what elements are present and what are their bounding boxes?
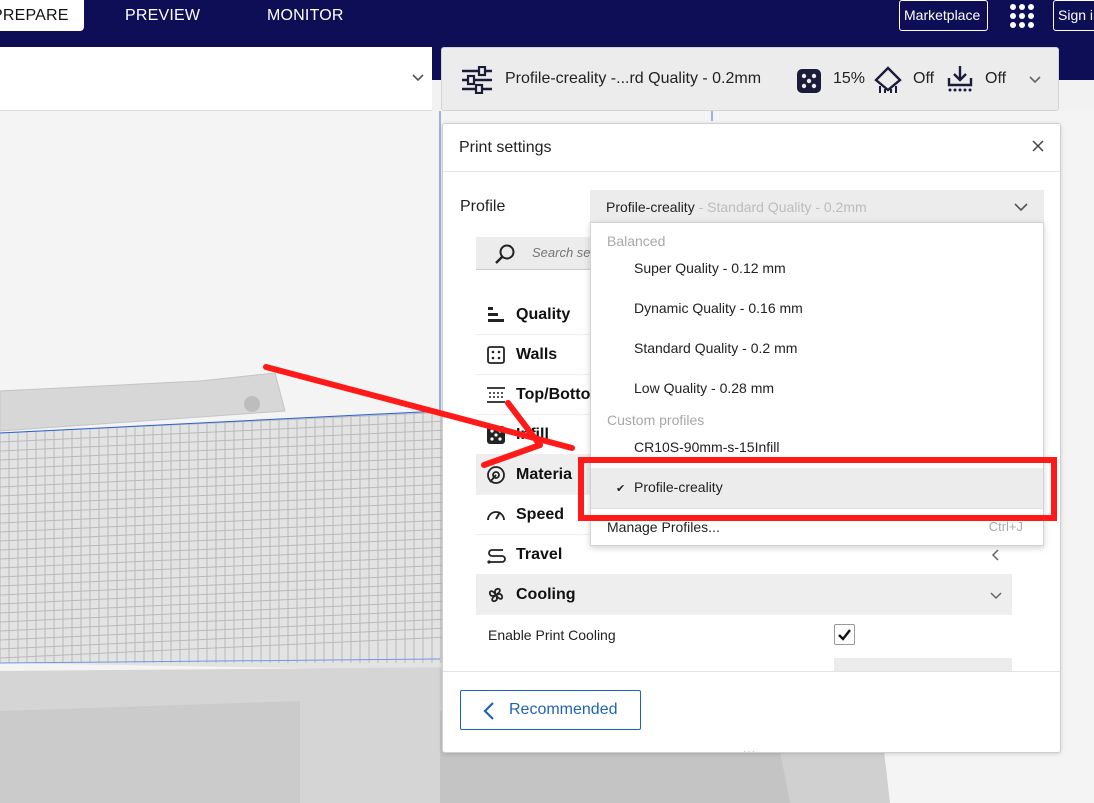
category-label: Travel xyxy=(516,546,563,563)
close-icon[interactable] xyxy=(1030,138,1046,154)
sliders-icon xyxy=(462,66,492,94)
dropdown-item-low-quality[interactable]: Low Quality - 0.28 mm xyxy=(591,369,1043,409)
tab-monitor[interactable]: MONITOR xyxy=(267,0,344,31)
infill-percentage: 15% xyxy=(833,70,866,87)
cooling-icon xyxy=(488,587,504,603)
chevron-down-icon xyxy=(1014,203,1028,212)
chevron-down-icon xyxy=(1029,76,1041,84)
checkmark-icon xyxy=(838,629,851,641)
recommended-label: Recommended xyxy=(509,701,618,718)
sign-in-button[interactable]: Sign in xyxy=(1053,0,1094,31)
profile-label: Profile xyxy=(460,198,506,215)
profile-select-value: Profile-creality - Standard Quality - 0.… xyxy=(606,199,867,215)
printer-selector[interactable] xyxy=(0,47,432,111)
dropdown-header-custom: Custom profiles xyxy=(607,412,705,428)
quality-icon xyxy=(488,307,504,322)
category-label: Cooling xyxy=(516,586,576,603)
tab-preview[interactable]: PREVIEW xyxy=(125,0,200,31)
category-cooling[interactable]: Cooling xyxy=(476,575,1012,615)
checkmark-icon: ✔ xyxy=(616,483,626,495)
dropdown-item-super-quality[interactable]: Super Quality - 0.12 mm xyxy=(591,249,1043,289)
manage-profiles-item[interactable]: Manage Profiles... Ctrl+J xyxy=(591,508,1043,546)
category-label: Infill xyxy=(516,426,549,443)
chevron-left-icon xyxy=(991,549,999,561)
infill-icon xyxy=(487,426,505,444)
enable-print-cooling-checkbox[interactable] xyxy=(834,624,855,645)
infill-summary-icon xyxy=(797,69,821,93)
grid-apps-icon[interactable] xyxy=(1008,2,1036,30)
adhesion-value: Off xyxy=(985,70,1007,87)
footer-divider xyxy=(443,671,1060,672)
dropdown-item-dynamic-quality[interactable]: Dynamic Quality - 0.16 mm xyxy=(591,289,1043,329)
category-label: Materia xyxy=(516,466,573,483)
travel-icon xyxy=(487,549,506,564)
adhesion-icon xyxy=(947,66,973,92)
recommended-button[interactable]: Recommended xyxy=(460,690,641,730)
panel-title: Print settings xyxy=(459,139,552,156)
profile-select[interactable]: Profile-creality - Standard Quality - 0.… xyxy=(590,190,1044,224)
top-bottom-icon xyxy=(487,387,505,403)
enable-print-cooling-label: Enable Print Cooling xyxy=(488,627,616,643)
support-icon xyxy=(874,66,902,93)
profile-summary-text: Profile-creality -...rd Quality - 0.2mm xyxy=(505,70,762,87)
fan-speed-input[interactable] xyxy=(834,658,1012,672)
chevron-left-icon xyxy=(483,702,494,720)
speed-icon xyxy=(487,511,505,521)
category-label: Speed xyxy=(516,506,565,523)
dropdown-item-cr10s[interactable]: CR10S-90mm-s-15Infill xyxy=(591,428,1043,468)
category-label: Top/Botto xyxy=(516,386,591,403)
shortcut-hint: Ctrl+J xyxy=(988,519,1023,534)
walls-icon xyxy=(487,346,505,364)
profile-dropdown-menu: Balanced Super Quality - 0.12 mm Dynamic… xyxy=(590,222,1044,546)
chevron-down-icon xyxy=(412,74,424,82)
dropdown-item-standard-quality[interactable]: Standard Quality - 0.2 mm xyxy=(591,329,1043,369)
dropdown-item-profile-creality[interactable]: ✔ Profile-creality xyxy=(591,468,1043,508)
material-icon xyxy=(487,466,505,484)
category-label: Quality xyxy=(516,306,571,323)
tab-prepare[interactable]: PREPARE xyxy=(0,0,84,31)
category-label: Walls xyxy=(516,346,558,363)
dropdown-header-balanced: Balanced xyxy=(607,233,666,249)
support-value: Off xyxy=(913,70,935,87)
search-icon xyxy=(495,244,515,264)
settings-search[interactable] xyxy=(476,237,606,270)
resize-grip[interactable]: ··· xyxy=(743,746,756,757)
chevron-down-icon xyxy=(990,592,1002,600)
panel-divider xyxy=(443,171,1060,172)
print-settings-summary-bar[interactable]: Profile-creality -...rd Quality - 0.2mm … xyxy=(441,47,1059,111)
marketplace-button[interactable]: Marketplace xyxy=(899,0,988,31)
